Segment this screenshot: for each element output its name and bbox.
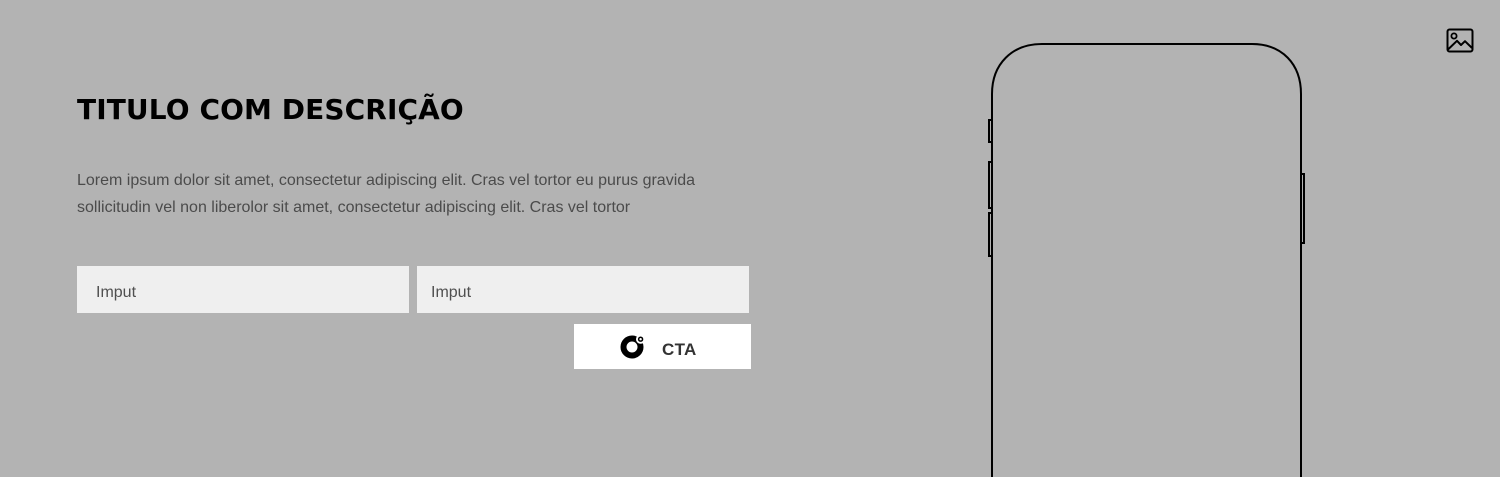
ring-icon — [620, 334, 646, 359]
image-icon[interactable] — [1446, 28, 1474, 53]
cta-button[interactable]: CTA — [574, 324, 751, 369]
cta-label: CTA — [662, 340, 697, 359]
input-field-1[interactable] — [77, 266, 409, 313]
hero-description: Lorem ipsum dolor sit amet, consectetur … — [77, 172, 696, 216]
input-field-2[interactable] — [417, 266, 749, 313]
hero-title: TITULO COM DESCRIÇÃO — [77, 93, 464, 126]
phone-outline — [988, 43, 1305, 477]
hero-section: TITULO COM DESCRIÇÃO Lorem ipsum dolor s… — [0, 0, 1500, 477]
